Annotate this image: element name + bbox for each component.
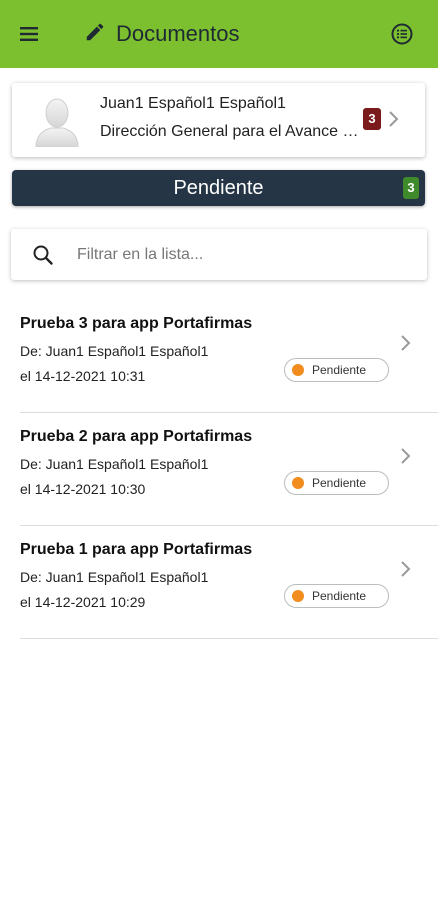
user-card[interactable]: Juan1 Español1 Español1 Dirección Genera… <box>12 83 425 157</box>
app-title: Documentos <box>84 16 240 52</box>
document-date: el 14-12-2021 10:29 <box>20 594 146 610</box>
document-title: Prueba 3 para app Portafirmas <box>20 315 253 332</box>
chevron-right-icon <box>387 109 401 129</box>
document-sender: De: Juan1 Español1 Español1 <box>20 343 209 359</box>
chevron-right-icon <box>400 334 412 352</box>
orange-dot-icon <box>292 477 304 489</box>
user-name: Juan1 Español1 Español1 <box>100 95 286 112</box>
chevron-right-icon <box>400 447 412 465</box>
page-title: Documentos <box>116 21 240 46</box>
app-screen: Documentos Juan1 Español1 Español1 Direc… <box>0 0 438 900</box>
pencil-icon <box>84 21 116 48</box>
list-item[interactable]: Prueba 2 para app Portafirmas De: Juan1 … <box>20 413 438 526</box>
search-box <box>11 229 427 280</box>
status-badge: Pendiente <box>284 358 389 382</box>
orange-dot-icon <box>292 590 304 602</box>
document-date: el 14-12-2021 10:31 <box>20 368 146 384</box>
chevron-right-icon <box>400 560 412 578</box>
status-filter-bar[interactable]: Pendiente 3 <box>12 170 425 206</box>
hamburger-menu-icon[interactable] <box>16 20 44 48</box>
status-label: Pendiente <box>173 177 264 199</box>
status-badge: Pendiente <box>284 471 389 495</box>
document-date: el 14-12-2021 10:30 <box>20 481 146 497</box>
status-badge-label: Pendiente <box>312 363 367 377</box>
document-title: Prueba 1 para app Portafirmas <box>20 541 253 558</box>
status-badge-label: Pendiente <box>312 476 367 490</box>
list-item[interactable]: Prueba 3 para app Portafirmas De: Juan1 … <box>20 300 438 413</box>
top-app-bar: Documentos <box>0 0 438 68</box>
document-sender: De: Juan1 Español1 Español1 <box>20 456 209 472</box>
user-pending-badge: 3 <box>363 108 381 130</box>
status-badge-label: Pendiente <box>312 589 367 603</box>
divider <box>20 638 438 639</box>
document-title: Prueba 2 para app Portafirmas <box>20 428 253 445</box>
status-badge: Pendiente <box>284 584 389 608</box>
search-icon <box>31 243 55 267</box>
search-input[interactable] <box>75 239 409 271</box>
orange-dot-icon <box>292 364 304 376</box>
user-organization: Dirección General para el Avance de la A… <box>100 123 362 140</box>
avatar <box>34 93 80 148</box>
list-item[interactable]: Prueba 1 para app Portafirmas De: Juan1 … <box>20 526 438 639</box>
list-circle-icon[interactable] <box>389 21 415 47</box>
status-count-badge: 3 <box>403 177 419 199</box>
document-sender: De: Juan1 Español1 Español1 <box>20 569 209 585</box>
